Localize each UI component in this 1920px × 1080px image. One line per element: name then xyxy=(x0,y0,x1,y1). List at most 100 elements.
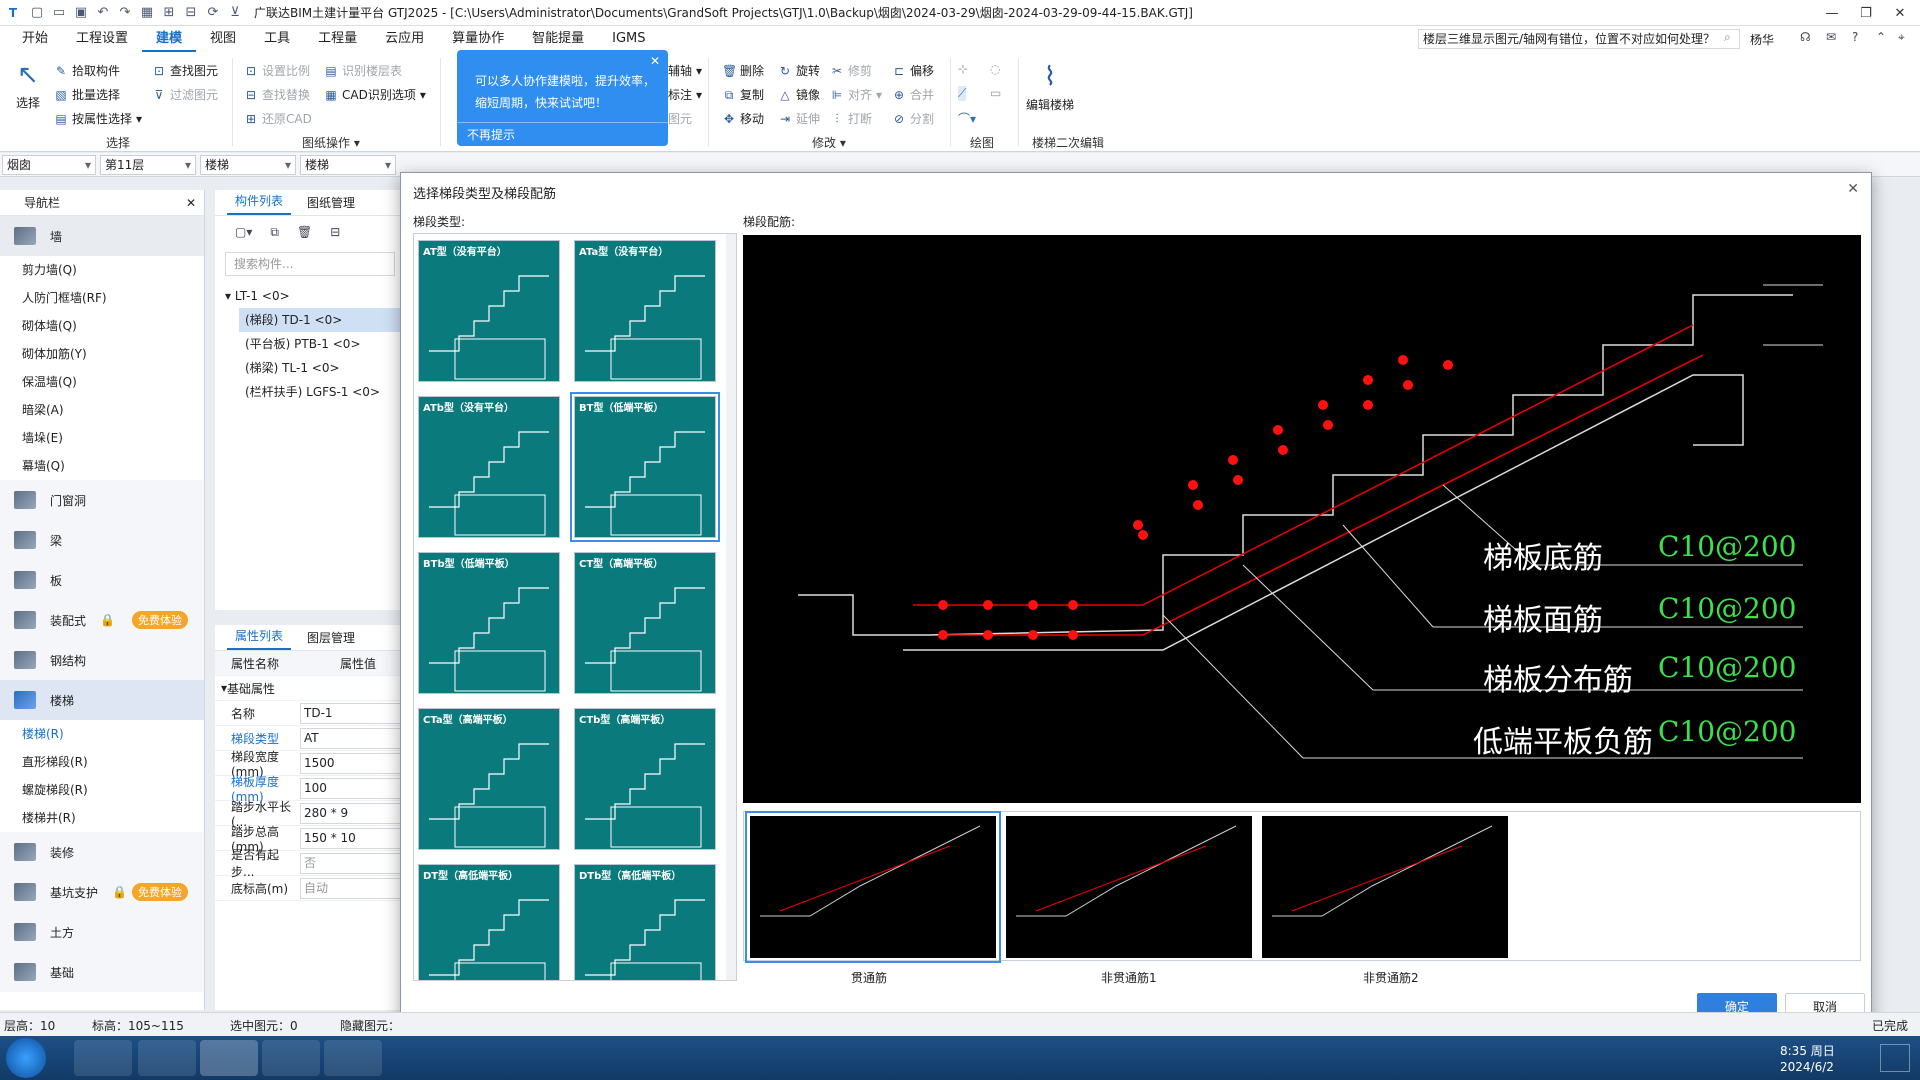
nav-item-wall-1[interactable]: 人防门框墙(RF) xyxy=(0,284,204,312)
element-button[interactable]: 图元 xyxy=(668,110,692,127)
new-component-icon[interactable]: ▢▾ xyxy=(235,225,252,239)
taskbar-app-browser[interactable] xyxy=(138,1040,196,1076)
stair-type-card[interactable]: ATa型（没有平台） xyxy=(574,240,716,382)
help-icon[interactable]: ? xyxy=(1852,30,1858,44)
layer-icon[interactable]: ⊟ xyxy=(330,225,340,239)
floor-select[interactable]: 第11层 xyxy=(100,155,196,175)
undo-icon[interactable]: ↶ xyxy=(92,3,114,23)
break-button[interactable]: ⫶ 打断 xyxy=(830,110,872,127)
tab-properties[interactable]: 属性列表 xyxy=(227,623,292,650)
component-search-input[interactable]: 搜索构件... xyxy=(225,252,395,276)
tab-layers[interactable]: 图层管理 xyxy=(299,625,363,650)
nav-item-wall-3[interactable]: 砌体加筋(Y) xyxy=(0,340,204,368)
menu-smart[interactable]: 智能提量 xyxy=(518,26,598,52)
more-icon[interactable]: ⊻ xyxy=(224,3,246,23)
gallery-scrollbar[interactable] xyxy=(726,234,736,980)
menu-cloud[interactable]: 云应用 xyxy=(371,26,438,52)
nav-item-wall-4[interactable]: 保温墙(Q) xyxy=(0,368,204,396)
annotation-button[interactable]: 标注 ▾ xyxy=(668,86,702,103)
stair-type-card[interactable]: BTb型（低端平板） xyxy=(418,552,560,694)
menu-quantities[interactable]: 工程量 xyxy=(304,26,371,52)
find-replace-button[interactable]: ⊟ 查找替换 xyxy=(244,86,310,103)
menu-tools[interactable]: 工具 xyxy=(250,26,304,52)
table-icon[interactable]: ⊟ xyxy=(180,3,202,23)
menu-start[interactable]: 开始 xyxy=(0,26,62,52)
trim-button[interactable]: ✂ 修剪 xyxy=(830,62,872,79)
offset-button[interactable]: ⊏ 偏移 xyxy=(892,62,934,79)
stair-type-card[interactable]: CT型（高端平板） xyxy=(574,552,716,694)
nav-cat-wall[interactable]: 墙 xyxy=(0,216,204,256)
tab-component-list[interactable]: 构件列表 xyxy=(227,188,292,215)
nav-cat-decoration[interactable]: 装修 xyxy=(0,832,204,872)
redo-icon[interactable]: ↷ xyxy=(114,3,136,23)
stair-type-card[interactable]: ATb型（没有平台） xyxy=(418,396,560,538)
nav-cat-foundation[interactable]: 基础 xyxy=(0,952,204,992)
nav-item-spiral-flight[interactable]: 螺旋梯段(R) xyxy=(0,776,204,804)
menu-collab[interactable]: 算量协作 xyxy=(438,26,518,52)
menu-view[interactable]: 视图 xyxy=(196,26,250,52)
collapse-icon[interactable]: ⌃ xyxy=(1876,30,1886,44)
cad-options-button[interactable]: ▦ CAD识别选项 ▾ xyxy=(324,86,426,103)
props-group-basic[interactable]: ▾ 基础属性 xyxy=(215,676,405,701)
extend-button[interactable]: ⇥ 延伸 xyxy=(778,110,820,127)
stair-type-card[interactable]: AT型（没有平台） xyxy=(418,240,560,382)
split-button[interactable]: ⊘ 分割 xyxy=(892,110,934,127)
align-button[interactable]: ⊫ 对齐 ▾ xyxy=(830,86,882,103)
select-by-attribute-button[interactable]: ▤ 按属性选择 ▾ xyxy=(54,110,142,127)
user-name[interactable]: 杨华 xyxy=(1750,31,1774,48)
close-nav-icon[interactable]: ✕ xyxy=(186,190,196,216)
open-icon[interactable]: ▭ xyxy=(48,3,70,23)
rebar-option-noncontinuous-1[interactable] xyxy=(1006,816,1252,958)
new-icon[interactable]: ▢ xyxy=(26,3,48,23)
menu-modeling[interactable]: 建模 xyxy=(142,26,197,52)
taskbar-app-1[interactable] xyxy=(74,1040,132,1076)
subcategory-select[interactable]: 楼梯 xyxy=(300,155,396,175)
tree-item-flight[interactable]: (梯段) TD-1 <0> xyxy=(239,308,405,332)
prop-value[interactable]: 自动 xyxy=(300,877,403,899)
rebar-option-continuous[interactable] xyxy=(745,811,1001,963)
prop-value[interactable]: TD-1 xyxy=(300,702,403,724)
pin-icon[interactable]: ⌖ xyxy=(1898,30,1905,45)
restore-cad-button[interactable]: ⊞ 还原CAD xyxy=(244,110,312,127)
free-trial-badge[interactable]: 免费体验 xyxy=(132,883,188,901)
edit-stair-button[interactable]: ⌇ 编辑楼梯 xyxy=(1026,62,1074,113)
grid-icon[interactable]: ▦ xyxy=(136,3,158,23)
aux-axis-button[interactable]: 辅轴 ▾ xyxy=(668,62,702,79)
nav-cat-steel[interactable]: 钢结构 xyxy=(0,640,204,680)
batch-select-button[interactable]: ▧ 批量选择 xyxy=(54,86,120,103)
set-scale-button[interactable]: ⊡ 设置比例 xyxy=(244,62,310,79)
close-window-icon[interactable]: ✕ xyxy=(1880,0,1920,26)
menu-igms[interactable]: IGMS xyxy=(598,26,659,52)
layout-icon[interactable]: ⊞ xyxy=(158,3,180,23)
copy-button[interactable]: ⧉ 复制 xyxy=(722,86,764,103)
tree-item-beam[interactable]: (梯梁) TL-1 <0> xyxy=(215,356,405,380)
draw-point-button[interactable]: ⊹ xyxy=(958,62,968,76)
taskbar-app-folder[interactable] xyxy=(262,1040,320,1076)
start-button[interactable] xyxy=(6,1038,46,1078)
prop-value[interactable]: AT xyxy=(300,727,403,749)
prop-value[interactable]: 150 * 10 xyxy=(300,827,403,849)
category-select[interactable]: 楼梯 xyxy=(200,155,296,175)
nav-item-wall-7[interactable]: 幕墙(Q) xyxy=(0,452,204,480)
nav-item-stairwell[interactable]: 楼梯井(R) xyxy=(0,804,204,832)
stair-type-card[interactable]: CTb型（高端平板） xyxy=(574,708,716,850)
tree-item-railing[interactable]: (栏杆扶手) LGFS-1 <0> xyxy=(215,380,405,404)
close-tip-icon[interactable]: ✕ xyxy=(650,54,660,68)
project-select[interactable]: 烟囱 xyxy=(2,155,96,175)
nav-cat-earthwork[interactable]: 土方 xyxy=(0,912,204,952)
nav-item-wall-6[interactable]: 墙垛(E) xyxy=(0,424,204,452)
tree-root[interactable]: ▾ LT-1 <0> xyxy=(215,284,405,308)
delete-component-icon[interactable]: 🗑 xyxy=(297,225,312,239)
message-icon[interactable]: ✉ xyxy=(1826,30,1836,44)
filter-element-button[interactable]: ⊽ 过滤图元 xyxy=(152,86,218,103)
draw-line-button[interactable]: ⟋ xyxy=(958,86,967,101)
prop-value[interactable]: 280 * 9 xyxy=(300,802,403,824)
taskbar-app-pdf[interactable] xyxy=(324,1040,382,1076)
stair-type-card[interactable]: CTa型（高端平板） xyxy=(418,708,560,850)
nav-cat-beam[interactable]: 梁 xyxy=(0,520,204,560)
pick-component-button[interactable]: ✎ 拾取构件 xyxy=(54,62,120,79)
nav-cat-slab[interactable]: 板 xyxy=(0,560,204,600)
headset-icon[interactable]: ☊ xyxy=(1800,30,1811,44)
nav-item-wall-0[interactable]: 剪力墙(Q) xyxy=(0,256,204,284)
tab-drawing-management[interactable]: 图纸管理 xyxy=(299,190,363,215)
